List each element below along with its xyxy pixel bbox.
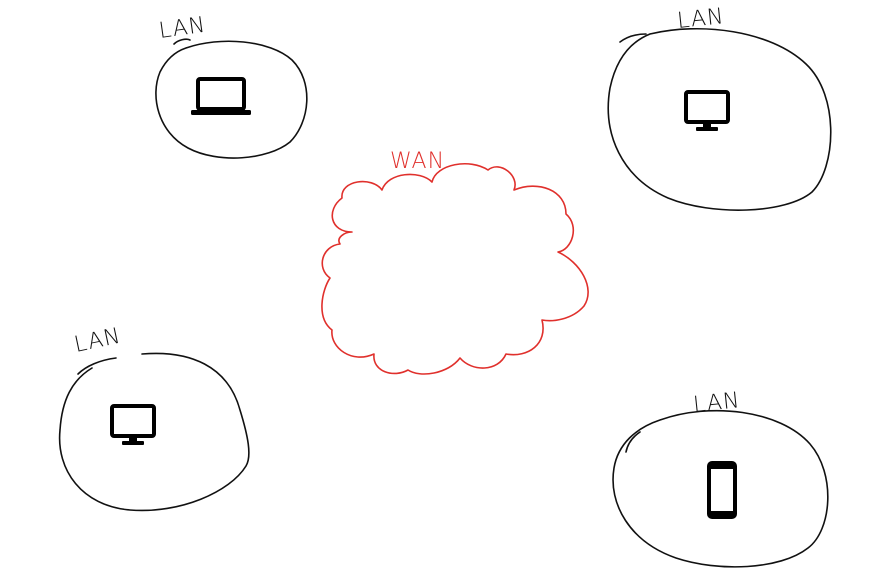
lan-boundary [607,27,832,211]
lan-label: LAN [72,324,123,358]
wan-label: WAN [390,149,445,174]
lan-label: LAN [157,13,207,44]
laptop-icon [191,77,251,115]
lan-bottom-right: LAN [612,388,829,568]
lan-top-left: LAN [155,13,308,159]
lan-label: LAN [676,4,726,34]
lan-boundary-tick [77,357,117,375]
smartphone-icon [707,461,737,519]
lan-label: LAN [692,388,742,418]
desktop-monitor-icon [110,404,156,445]
lan-boundary [155,40,308,159]
wan-cloud-shape [321,162,589,375]
desktop-monitor-icon [684,90,730,131]
wan-node: WAN [321,149,589,375]
lan-top-right: LAN [607,4,832,211]
network-diagram: WAN LAN LAN LAN LAN [58,4,832,568]
lan-boundary [612,409,829,568]
lan-bottom-left: LAN [58,324,250,512]
